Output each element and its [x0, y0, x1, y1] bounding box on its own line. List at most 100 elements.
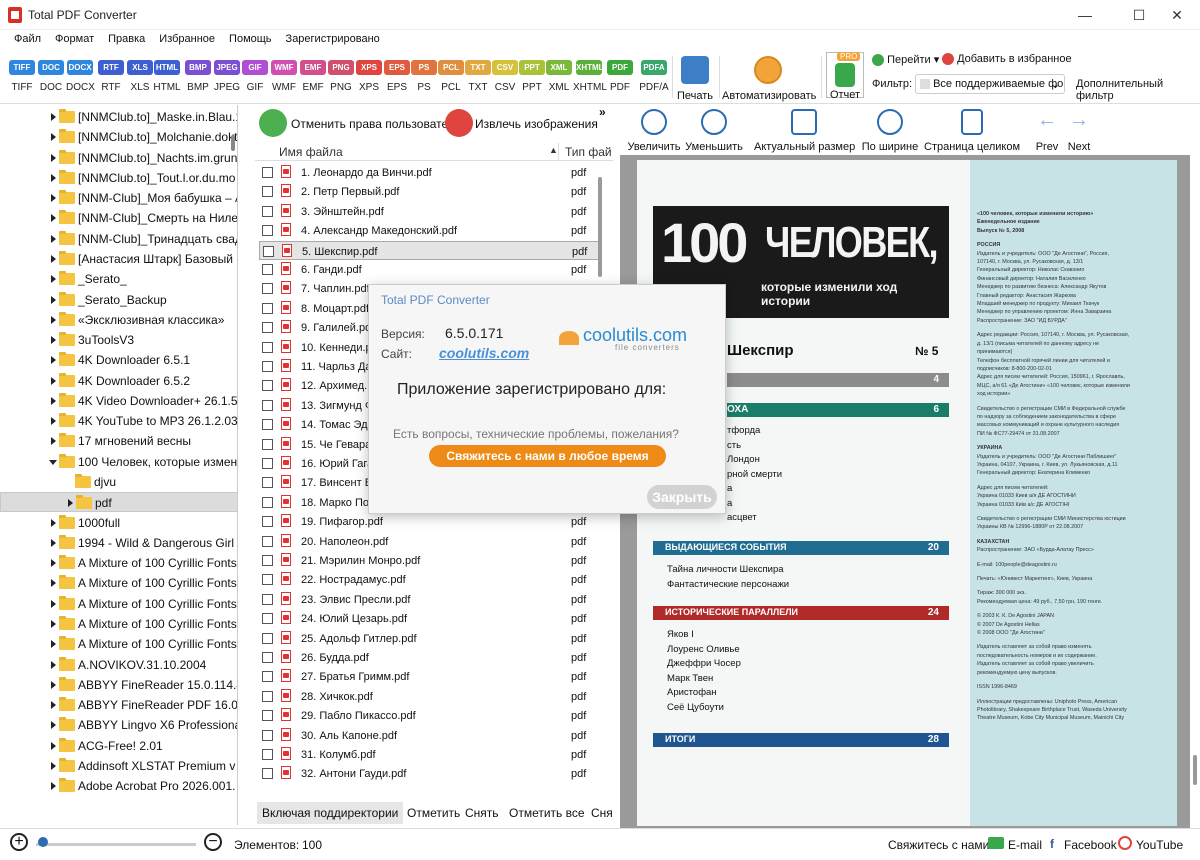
tree-item[interactable]: [NNMClub.to]_Tout.l.or.du.mo: [0, 168, 237, 188]
file-checkbox[interactable]: [262, 690, 273, 702]
next-button[interactable]: → Next: [1064, 109, 1094, 153]
tree-item[interactable]: 3uToolsV3: [0, 330, 237, 350]
zoom-slider[interactable]: [36, 843, 196, 846]
actual-size-button[interactable]: Актуальный размер: [754, 109, 855, 153]
tree-item[interactable]: A Mixture of 100 Cyrillic Fonts: [0, 594, 237, 614]
file-checkbox[interactable]: [262, 729, 273, 741]
image-icon[interactable]: [445, 109, 473, 137]
chevron-right-icon[interactable]: [51, 173, 56, 182]
file-checkbox[interactable]: [262, 477, 273, 489]
menu-favorites[interactable]: Избранное: [159, 30, 215, 45]
format-jpeg-button[interactable]: JPEG JPEG: [213, 60, 241, 93]
file-checkbox[interactable]: [262, 632, 273, 644]
chevron-right-icon[interactable]: [51, 437, 56, 446]
tree-item[interactable]: Addinsoft XLSTAT Premium v: [0, 756, 237, 776]
file-checkbox[interactable]: [262, 749, 273, 760]
include-subdirs-button[interactable]: Включая поддиректории: [257, 802, 404, 824]
file-checkbox[interactable]: [262, 322, 273, 334]
file-checkbox[interactable]: [262, 186, 273, 198]
print-button[interactable]: Печать: [676, 56, 714, 102]
format-txt-button[interactable]: TXT TXT: [464, 60, 492, 93]
file-checkbox[interactable]: [262, 225, 273, 237]
check-all-button[interactable]: Отметить все: [509, 806, 585, 820]
tree-item[interactable]: 1000full: [0, 513, 237, 533]
chevron-right-icon[interactable]: [51, 599, 56, 608]
format-pcl-button[interactable]: PCL PCL: [437, 60, 465, 93]
file-row[interactable]: 28. Хичкок.pdf pdf: [259, 687, 601, 706]
file-checkbox[interactable]: [262, 593, 273, 605]
file-row[interactable]: 30. Аль Капоне.pdf pdf: [259, 726, 601, 745]
minimize-button[interactable]: —: [1062, 0, 1108, 30]
chevron-right-icon[interactable]: [51, 538, 56, 547]
unlock-icon[interactable]: [259, 109, 287, 137]
viewer-scrollbar[interactable]: [1190, 155, 1200, 828]
file-checkbox[interactable]: [262, 458, 273, 469]
prev-button[interactable]: ← Prev: [1032, 109, 1062, 153]
tree-item[interactable]: [NNMClub.to]_Maske.in.Blau.1: [0, 107, 237, 127]
format-xps-button[interactable]: XPS XPS: [355, 60, 383, 93]
tree-item[interactable]: 4K Video Downloader+ 26.1.5: [0, 391, 237, 411]
file-row[interactable]: 24. Юлий Цезарь.pdf pdf: [259, 609, 601, 628]
file-row[interactable]: 3. Эйнштейн.pdf pdf: [259, 202, 601, 221]
chevron-right-icon[interactable]: [51, 579, 56, 588]
file-row[interactable]: 25. Адольф Гитлер.pdf pdf: [259, 629, 601, 648]
file-checkbox[interactable]: [262, 283, 273, 295]
format-tiff-button[interactable]: TIFF TIFF: [8, 60, 36, 93]
format-xml-button[interactable]: XML XML: [545, 60, 573, 93]
tree-item[interactable]: A Mixture of 100 Cyrillic Fonts: [0, 573, 237, 593]
tree-item[interactable]: A Mixture of 100 Cyrillic Fonts: [0, 634, 237, 654]
chevron-right-icon[interactable]: [51, 234, 56, 243]
tree-item[interactable]: A Mixture of 100 Cyrillic Fonts: [0, 553, 237, 573]
automate-button[interactable]: Автоматизировать: [722, 56, 816, 102]
file-row[interactable]: 5. Шекспир.pdf pdf: [259, 240, 601, 260]
zoom-slider-thumb[interactable]: [38, 837, 48, 847]
file-row[interactable]: 19. Пифагор.pdf pdf: [259, 512, 601, 531]
goto-button[interactable]: Перейти ▾: [872, 53, 939, 67]
menu-file[interactable]: Файл: [14, 30, 41, 45]
format-csv-button[interactable]: CSV CSV: [491, 60, 519, 93]
zoom-minus-button[interactable]: −: [204, 833, 222, 851]
check-button[interactable]: Отметить: [407, 806, 460, 820]
file-checkbox[interactable]: [262, 671, 273, 683]
chevron-right-icon[interactable]: [51, 153, 56, 162]
tree-item[interactable]: 100 Человек, которые измен: [0, 452, 237, 472]
format-html-button[interactable]: HTML HTML: [153, 60, 181, 93]
chevron-right-icon[interactable]: [51, 761, 56, 770]
tree-item[interactable]: pdf: [0, 492, 237, 513]
file-row[interactable]: 27. Братья Гримм.pdf pdf: [259, 667, 601, 686]
advanced-filter-button[interactable]: Дополнительный фильтр: [1076, 78, 1200, 102]
tree-scrollbar[interactable]: [230, 105, 238, 825]
tree-item[interactable]: 4K Downloader 6.5.2: [0, 371, 237, 391]
fit-width-button[interactable]: По ширине: [860, 109, 920, 153]
file-row[interactable]: 20. Наполеон.pdf pdf: [259, 532, 601, 551]
tree-item[interactable]: ABBYY FineReader 15.0.114.4: [0, 675, 237, 695]
tree-item[interactable]: Adobe Acrobat Pro 2026.001.: [0, 776, 237, 796]
format-eps-button[interactable]: EPS EPS: [383, 60, 411, 93]
chevron-right-icon[interactable]: [51, 417, 56, 426]
col-type-header[interactable]: Тип фай: [565, 145, 612, 159]
chevron-right-icon[interactable]: [51, 640, 56, 649]
file-checkbox[interactable]: [262, 361, 273, 372]
extract-images-button[interactable]: Извлечь изображения: [475, 117, 598, 131]
file-row[interactable]: 23. Элвис Пресли.pdf pdf: [259, 590, 601, 609]
chevron-right-icon[interactable]: [51, 376, 56, 385]
chevron-down-icon[interactable]: [49, 459, 57, 465]
file-checkbox[interactable]: [262, 399, 273, 411]
chevron-right-icon[interactable]: [51, 295, 56, 304]
tree-item[interactable]: [NNM-Club]_Смерть на Ниле: [0, 208, 237, 228]
chevron-right-icon[interactable]: [51, 559, 56, 568]
file-row[interactable]: 26. Будда.pdf pdf: [259, 648, 601, 667]
chevron-right-icon[interactable]: [51, 741, 56, 750]
file-checkbox[interactable]: [262, 380, 273, 392]
col-name-header[interactable]: Имя файла: [279, 145, 343, 159]
chevron-right-icon[interactable]: [51, 782, 56, 791]
add-favorite-button[interactable]: Добавить в избранное: [942, 53, 1072, 66]
revoke-rights-button[interactable]: Отменить права пользователя: [291, 117, 461, 131]
tree-item[interactable]: A.NOVIKOV.31.10.2004: [0, 655, 237, 675]
chevron-right-icon[interactable]: [51, 701, 56, 710]
tree-item[interactable]: djvu: [0, 472, 237, 492]
chevron-right-icon[interactable]: [51, 113, 56, 121]
close-window-button[interactable]: ✕: [1154, 0, 1200, 30]
file-checkbox[interactable]: [262, 419, 273, 431]
chevron-right-icon[interactable]: [51, 254, 56, 263]
